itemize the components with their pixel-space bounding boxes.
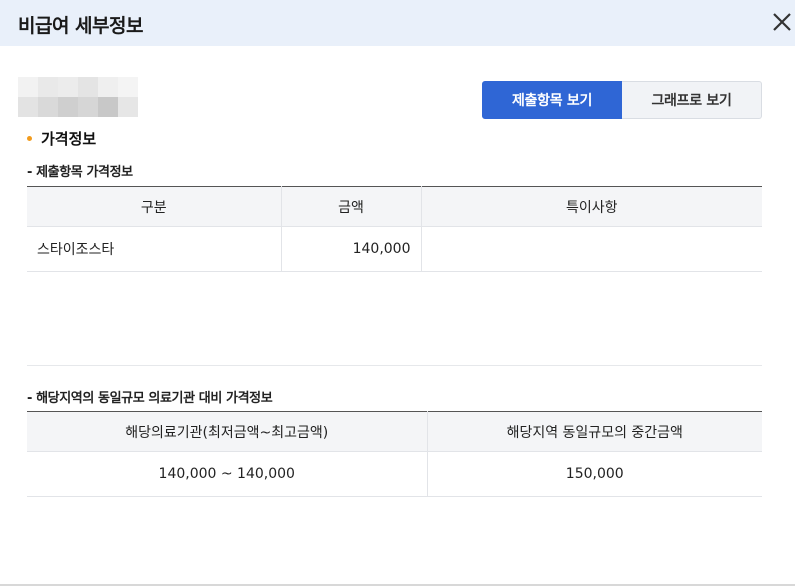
empty-area [27, 272, 762, 366]
modal-header: 비급여 세부정보 [0, 0, 795, 46]
header-amount: 금액 [281, 186, 422, 227]
table-row: 140,000 ~ 140,000 150,000 [27, 451, 762, 497]
blurred-hospital-name [18, 77, 138, 117]
submitted-price-table: 구분 금액 특이사항 스타이조스타 140,000 [27, 186, 762, 272]
header-regional-median: 해당지역 동일규모의 중간금액 [427, 411, 762, 452]
table-row: 스타이조스타 140,000 [27, 226, 762, 272]
view-toggle: 제출항목 보기 그래프로 보기 [482, 81, 762, 119]
cell-hospital-range: 140,000 ~ 140,000 [27, 451, 428, 497]
submitted-items-view-button[interactable]: 제출항목 보기 [482, 81, 622, 119]
graph-view-button[interactable]: 그래프로 보기 [622, 81, 762, 119]
header-category: 구분 [27, 186, 282, 227]
regional-price-table: 해당의료기관(최저금액~최고금액) 해당지역 동일규모의 중간금액 140,00… [27, 411, 762, 497]
header-note: 특이사항 [421, 186, 762, 227]
section-title-text: 가격정보 [41, 130, 97, 148]
table-header-row: 구분 금액 특이사항 [27, 186, 762, 227]
price-info-section-title: 가격정보 [27, 128, 96, 149]
table-header-row: 해당의료기관(최저금액~최고금액) 해당지역 동일규모의 중간금액 [27, 411, 762, 452]
cell-amount: 140,000 [281, 226, 422, 272]
header-hospital-range: 해당의료기관(최저금액~최고금액) [27, 411, 428, 452]
cell-regional-median: 150,000 [427, 451, 762, 497]
modal-title: 비급여 세부정보 [18, 15, 143, 37]
close-icon[interactable] [770, 10, 794, 34]
submitted-price-subtitle: - 제출항목 가격정보 [27, 165, 133, 180]
cell-note [421, 226, 762, 272]
regional-price-subtitle: - 해당지역의 동일규모 의료기관 대비 가격정보 [27, 391, 273, 406]
cell-category: 스타이조스타 [27, 226, 282, 272]
bullet-icon [27, 136, 32, 141]
